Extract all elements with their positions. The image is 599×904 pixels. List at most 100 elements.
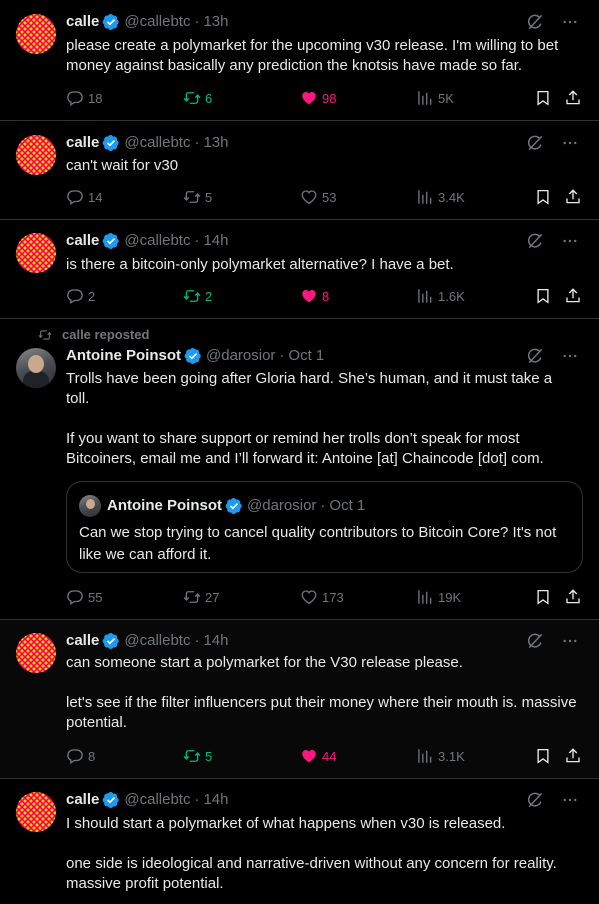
share-button[interactable] — [564, 286, 582, 306]
views-button[interactable]: 5K — [416, 88, 454, 108]
views-button[interactable]: 3.1K — [416, 746, 465, 766]
like-icon — [300, 287, 318, 305]
more-icon[interactable] — [561, 134, 579, 152]
bookmark-button[interactable] — [534, 187, 552, 207]
tweet[interactable]: calle @callebtc · 14h I should start a p… — [0, 779, 599, 904]
timestamp[interactable]: 13h — [203, 12, 228, 32]
verified-icon — [102, 791, 120, 809]
timestamp[interactable]: 14h — [203, 231, 228, 251]
share-icon — [564, 747, 582, 765]
display-name[interactable]: calle — [66, 790, 99, 810]
views-count: 3.4K — [438, 189, 465, 205]
handle[interactable]: @callebtc — [124, 133, 190, 153]
avatar[interactable] — [16, 633, 56, 673]
reply-button[interactable]: 2 — [66, 286, 95, 306]
verified-icon — [184, 347, 202, 365]
repost-button[interactable]: 27 — [183, 587, 219, 607]
grok-icon[interactable] — [525, 231, 545, 251]
bookmark-button[interactable] — [534, 88, 552, 108]
display-name[interactable]: calle — [66, 231, 99, 251]
reply-button[interactable]: 55 — [66, 587, 102, 607]
tweet[interactable]: calle reposted Antoine Poinsot @darosior… — [0, 319, 599, 620]
handle[interactable]: @darosior — [206, 346, 275, 366]
share-button[interactable] — [564, 746, 582, 766]
display-name[interactable]: calle — [66, 133, 99, 153]
repost-label[interactable]: calle reposted — [62, 327, 149, 342]
share-button[interactable] — [564, 587, 582, 607]
share-icon — [564, 287, 582, 305]
tweet-text: can't wait for v30 — [66, 157, 179, 174]
like-button[interactable]: 98 — [300, 88, 336, 108]
handle[interactable]: @callebtc — [124, 231, 190, 251]
repost-button[interactable]: 6 — [183, 88, 212, 108]
repost-count: 5 — [205, 189, 213, 205]
bookmark-button[interactable] — [534, 746, 552, 766]
bookmark-icon — [534, 588, 552, 606]
repost-button[interactable]: 2 — [183, 286, 212, 306]
action-bar: 8 5 44 3.1K — [66, 746, 586, 766]
tweet[interactable]: calle @callebtc · 14h can someone start … — [0, 620, 599, 779]
share-icon — [564, 89, 582, 107]
like-button[interactable]: 8 — [300, 286, 329, 306]
more-icon[interactable] — [561, 632, 579, 650]
display-name[interactable]: calle — [66, 12, 99, 32]
avatar[interactable] — [16, 348, 56, 388]
bookmark-button[interactable] — [534, 286, 552, 306]
share-button[interactable] — [564, 187, 582, 207]
tweet[interactable]: calle @callebtc · 13h can't wait for v30… — [0, 121, 599, 220]
handle[interactable]: @callebtc — [124, 790, 190, 810]
quoted-timestamp: Oct 1 — [329, 497, 366, 514]
more-icon[interactable] — [561, 232, 579, 250]
views-count: 3.1K — [438, 748, 465, 764]
grok-icon[interactable] — [525, 346, 545, 366]
share-button[interactable] — [564, 88, 582, 108]
views-button[interactable]: 1.6K — [416, 286, 465, 306]
handle[interactable]: @callebtc — [124, 631, 190, 651]
display-name[interactable]: calle — [66, 631, 99, 651]
separator-dot: · — [194, 791, 200, 808]
action-bar: 14 5 53 3.4K — [66, 187, 586, 207]
quoted-tweet[interactable]: Antoine Poinsot @darosior · Oct 1 Can we… — [66, 481, 583, 573]
like-button[interactable]: 53 — [300, 187, 336, 207]
like-button[interactable]: 173 — [300, 587, 344, 607]
timestamp[interactable]: 14h — [203, 790, 228, 810]
avatar[interactable] — [16, 792, 56, 832]
reply-icon — [66, 188, 84, 206]
repost-indicator: calle reposted — [38, 327, 149, 342]
handle[interactable]: @callebtc — [124, 12, 190, 32]
repost-count: 27 — [205, 589, 220, 605]
avatar[interactable] — [16, 233, 56, 273]
bookmark-button[interactable] — [534, 587, 552, 607]
timestamp[interactable]: Oct 1 — [288, 346, 324, 366]
avatar[interactable] — [16, 135, 56, 175]
like-count: 98 — [322, 90, 337, 106]
timestamp[interactable]: 13h — [203, 133, 228, 153]
tweet[interactable]: calle @callebtc · 14h is there a bitcoin… — [0, 220, 599, 319]
timestamp[interactable]: 14h — [203, 631, 228, 651]
views-button[interactable]: 3.4K — [416, 187, 465, 207]
tweet-text: can someone start a polymarket for the V… — [66, 654, 577, 731]
display-name[interactable]: Antoine Poinsot — [66, 346, 181, 366]
reply-button[interactable]: 18 — [66, 88, 102, 108]
tweet-text: please create a polymarket for the upcom… — [66, 37, 563, 74]
reply-button[interactable]: 8 — [66, 746, 95, 766]
repost-icon — [183, 747, 201, 765]
grok-icon[interactable] — [525, 790, 545, 810]
more-icon[interactable] — [561, 347, 579, 365]
repost-button[interactable]: 5 — [183, 187, 212, 207]
repost-button[interactable]: 5 — [183, 746, 212, 766]
share-icon — [564, 588, 582, 606]
views-count: 19K — [438, 589, 462, 605]
tweet[interactable]: calle @callebtc · 13h please create a po… — [0, 0, 599, 121]
grok-icon[interactable] — [525, 12, 545, 32]
grok-icon[interactable] — [525, 631, 545, 651]
like-button[interactable]: 44 — [300, 746, 336, 766]
avatar[interactable] — [16, 14, 56, 54]
more-icon[interactable] — [561, 13, 579, 31]
grok-icon[interactable] — [525, 133, 545, 153]
reply-button[interactable]: 14 — [66, 187, 102, 207]
tweet-header: calle @callebtc · 13h — [66, 12, 229, 32]
more-icon[interactable] — [561, 791, 579, 809]
bookmark-icon — [534, 287, 552, 305]
views-button[interactable]: 19K — [416, 587, 461, 607]
